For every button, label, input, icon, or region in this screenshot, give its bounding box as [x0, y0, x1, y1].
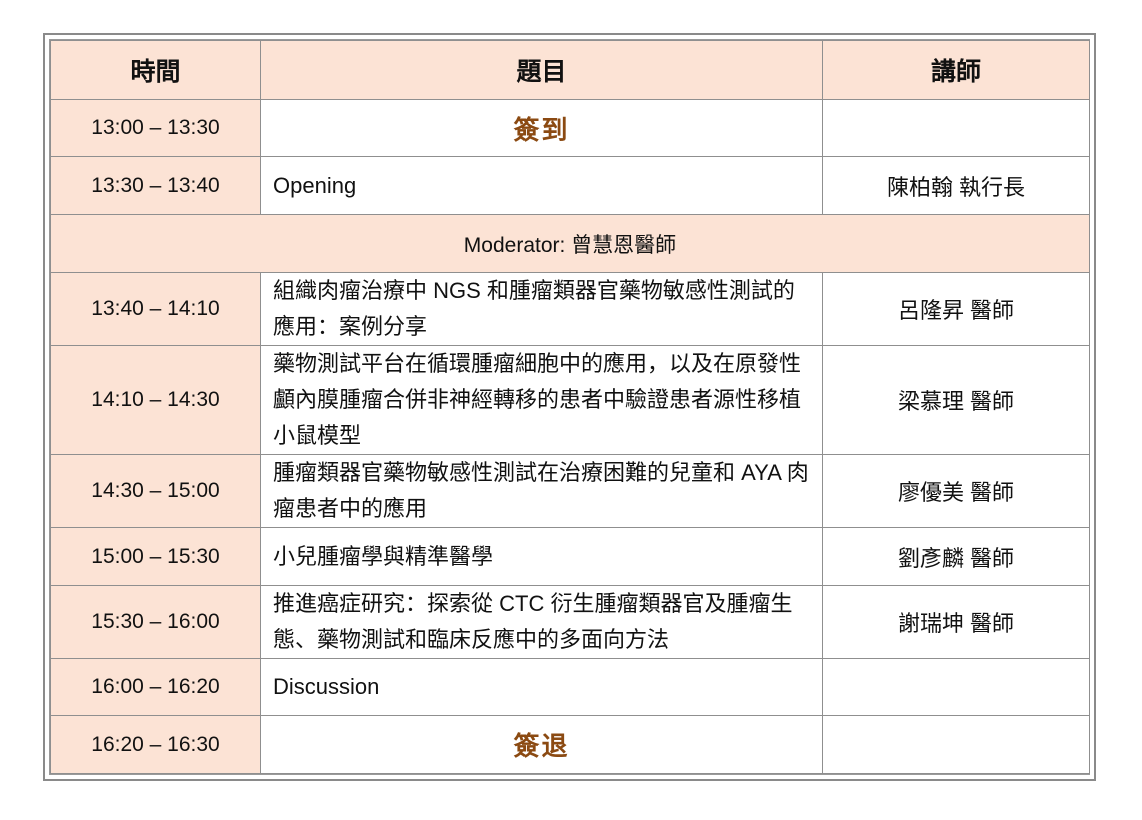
time-cell: 13:30 – 13:40 — [50, 156, 261, 215]
schedule-frame: 時間 題目 講師 13:00 – 13:30 簽到 13:30 – 13:40 … — [43, 33, 1096, 781]
time-cell: 16:00 – 16:20 — [50, 658, 261, 716]
speaker-cell: 梁慕理 醫師 — [822, 345, 1090, 455]
header-speaker: 講師 — [822, 40, 1090, 100]
topic-cell: Discussion — [260, 658, 823, 716]
header-time: 時間 — [50, 40, 261, 100]
table-row: 13:00 – 13:30 簽到 — [50, 99, 1090, 157]
table-row: 15:30 – 16:00 推進癌症研究：探索從 CTC 衍生腫瘤類器官及腫瘤生… — [50, 585, 1090, 659]
table-row: 14:30 – 15:00 腫瘤類器官藥物敏感性測試在治療困難的兒童和 AYA … — [50, 454, 1090, 528]
time-cell: 14:30 – 15:00 — [50, 454, 261, 528]
time-cell: 13:00 – 13:30 — [50, 99, 261, 157]
speaker-cell: 廖優美 醫師 — [822, 454, 1090, 528]
time-cell: 13:40 – 14:10 — [50, 272, 261, 346]
speaker-cell — [822, 99, 1090, 157]
topic-cell: 推進癌症研究：探索從 CTC 衍生腫瘤類器官及腫瘤生態、藥物測試和臨床反應中的多… — [260, 585, 823, 659]
time-cell: 14:10 – 14:30 — [50, 345, 261, 455]
topic-cell: Opening — [260, 156, 823, 215]
schedule-inner-border: 時間 題目 講師 13:00 – 13:30 簽到 13:30 – 13:40 … — [49, 39, 1090, 775]
table-row: 16:00 – 16:20 Discussion — [50, 658, 1090, 716]
schedule-table: 時間 題目 講師 13:00 – 13:30 簽到 13:30 – 13:40 … — [50, 40, 1090, 774]
speaker-cell — [822, 715, 1090, 774]
topic-cell: 腫瘤類器官藥物敏感性測試在治療困難的兒童和 AYA 肉瘤患者中的應用 — [260, 454, 823, 528]
table-row: 13:30 – 13:40 Opening 陳柏翰 執行長 — [50, 156, 1090, 215]
time-cell: 15:30 – 16:00 — [50, 585, 261, 659]
table-row: 14:10 – 14:30 藥物測試平台在循環腫瘤細胞中的應用，以及在原發性顱內… — [50, 345, 1090, 455]
topic-cell: 組織肉瘤治療中 NGS 和腫瘤類器官藥物敏感性測試的應用：案例分享 — [260, 272, 823, 346]
checkin-label: 簽到 — [260, 99, 823, 157]
speaker-cell: 謝瑞坤 醫師 — [822, 585, 1090, 659]
topic-cell: 藥物測試平台在循環腫瘤細胞中的應用，以及在原發性顱內膜腫瘤合併非神經轉移的患者中… — [260, 345, 823, 455]
topic-cell: 小兒腫瘤學與精準醫學 — [260, 527, 823, 586]
speaker-cell — [822, 658, 1090, 716]
moderator-row: Moderator: 曾慧恩醫師 — [50, 214, 1090, 273]
time-cell: 16:20 – 16:30 — [50, 715, 261, 774]
table-row: 16:20 – 16:30 簽退 — [50, 715, 1090, 774]
table-row: 13:40 – 14:10 組織肉瘤治療中 NGS 和腫瘤類器官藥物敏感性測試的… — [50, 272, 1090, 346]
checkout-label: 簽退 — [260, 715, 823, 774]
header-topic: 題目 — [260, 40, 823, 100]
speaker-cell: 劉彥麟 醫師 — [822, 527, 1090, 586]
speaker-cell: 陳柏翰 執行長 — [822, 156, 1090, 215]
speaker-cell: 呂隆昇 醫師 — [822, 272, 1090, 346]
moderator-cell: Moderator: 曾慧恩醫師 — [50, 214, 1090, 273]
table-row: 15:00 – 15:30 小兒腫瘤學與精準醫學 劉彥麟 醫師 — [50, 527, 1090, 586]
time-cell: 15:00 – 15:30 — [50, 527, 261, 586]
header-row: 時間 題目 講師 — [50, 40, 1090, 100]
